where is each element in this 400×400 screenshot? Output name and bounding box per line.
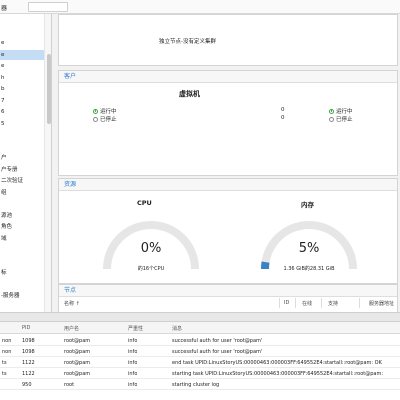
log-col-severity[interactable]: 严重性 <box>128 325 143 332</box>
log-cell-pid: 1122 <box>22 371 35 377</box>
log-cell-user: root@pam <box>64 338 91 344</box>
log-cell-message: successful auth for user 'root@pam' <box>172 338 263 344</box>
col-divider <box>321 298 322 308</box>
cluster-status-text: 独立节点-没有定义集群 <box>159 39 216 45</box>
cpu-subtext: 的16个CPU <box>137 266 165 272</box>
log-col-pid[interactable]: PID <box>22 325 30 331</box>
nodes-panel: 节点 名称 ↑ ID 在线 支持 服务器地址 <box>58 284 398 312</box>
main-content: 独立节点-没有定义集群 客户 虚拟机 运行中 已停止 0 0 运行中 已停止 资… <box>56 14 400 312</box>
tree-scrollbar[interactable] <box>44 14 51 312</box>
log-col-message[interactable]: 消息 <box>172 325 182 332</box>
col-divider <box>295 298 296 308</box>
guests-panel: 客户 虚拟机 运行中 已停止 0 0 运行中 已停止 <box>58 70 398 176</box>
col-server-address[interactable]: 服务器地址 <box>369 300 394 307</box>
vm-title: 虚拟机 <box>179 90 200 98</box>
log-cell-message: starting task UPID:LinuxStoryUS:00000463… <box>172 371 384 377</box>
log-cell-node: non <box>2 349 12 355</box>
resources-header: 资源 <box>59 179 397 191</box>
top-bar: 器 <box>0 0 400 14</box>
col-divider <box>279 298 280 308</box>
log-cell-message: successful auth for user 'root@pam' <box>172 349 263 355</box>
vm-running-count: 0 <box>281 107 285 113</box>
log-cell-severity: info <box>128 382 138 388</box>
tree-scrollbar-thumb[interactable] <box>47 54 51 124</box>
log-row[interactable]: non 1098 root@pam info successful auth for u… <box>0 347 400 357</box>
log-cell-severity: info <box>128 349 138 355</box>
cpu-value: 0% <box>140 241 162 256</box>
log-cell-user: root <box>64 382 75 388</box>
memory-value: 5% <box>298 241 320 256</box>
running-icon <box>329 108 334 114</box>
memory-subtext: 1.36 GiB的28.31 GiB <box>283 266 335 272</box>
resources-panel: 资源 CPU 0% 的16个CPU 内存 5% 1.36 GiB的28.31 G… <box>58 178 398 284</box>
cluster-panel: 独立节点-没有定义集群 <box>58 14 398 66</box>
vm-stopped-label: 已停止 <box>100 117 117 123</box>
ct-stopped-row: 已停止 <box>329 115 353 123</box>
cpu-title: CPU <box>137 199 152 207</box>
ct-stopped-label: 已停止 <box>336 117 353 123</box>
resource-tree: e e e h b 7 6 5 户户专册 二次验证组源池 角色域标 -服务器 <box>0 14 52 312</box>
guests-header: 客户 <box>59 71 397 83</box>
log-cell-user: root@pam <box>64 349 91 355</box>
col-name[interactable]: 名称 ↑ <box>64 300 80 307</box>
vm-stopped-count: 0 <box>281 115 285 121</box>
col-divider <box>359 298 360 308</box>
log-cell-severity: info <box>128 360 138 366</box>
stopped-icon <box>329 116 334 122</box>
log-cell-user: root@pam <box>64 371 91 377</box>
log-splitter[interactable] <box>0 312 400 322</box>
col-online[interactable]: 在线 <box>302 300 312 307</box>
log-cell-pid: 1122 <box>22 360 35 366</box>
running-icon <box>93 108 98 114</box>
log-cell-severity: info <box>128 371 138 377</box>
log-cell-message: starting cluster log <box>172 382 220 388</box>
col-support[interactable]: 支持 <box>328 300 338 307</box>
col-id[interactable]: ID <box>284 300 289 306</box>
ct-running-row: 运行中 <box>329 107 353 115</box>
log-col-user[interactable]: 用户名 <box>64 325 79 332</box>
search-input[interactable] <box>28 2 68 12</box>
nodes-header: 节点 <box>59 285 397 297</box>
log-cell-user: root@pam <box>64 360 91 366</box>
log-cell-node: ts <box>2 360 7 366</box>
log-row[interactable]: non 1098 root@pam info successful auth for u… <box>0 336 400 346</box>
log-cell-node: ts <box>2 371 7 377</box>
log-cell-pid: 1098 <box>22 338 35 344</box>
cluster-log: PID 用户名 严重性 消息 non 1098 root@pam info succes… <box>0 322 400 400</box>
log-row[interactable]: 950 root info starting cluster log <box>0 380 400 390</box>
log-cell-node: non <box>2 338 12 344</box>
stopped-icon <box>93 116 98 122</box>
memory-title: 内存 <box>301 201 314 209</box>
log-row[interactable]: ts 1122 root@pam info end task UPID:LinuxSto… <box>0 358 400 368</box>
vm-running-row: 运行中 <box>93 107 117 115</box>
log-cell-message: end task UPID:LinuxStoryUS:00000463:0000… <box>172 360 382 366</box>
log-cell-pid: 950 <box>22 382 32 388</box>
vm-stopped-row: 已停止 <box>93 115 117 123</box>
log-cell-pid: 1098 <box>22 349 35 355</box>
window-title: 器 <box>1 5 8 12</box>
log-cell-severity: info <box>128 338 138 344</box>
nodes-table-header: 名称 ↑ ID 在线 支持 服务器地址 <box>59 297 399 311</box>
log-header: PID 用户名 严重性 消息 <box>0 322 400 334</box>
log-row[interactable]: ts 1122 root@pam info starting task UPID:Lin… <box>0 369 400 379</box>
